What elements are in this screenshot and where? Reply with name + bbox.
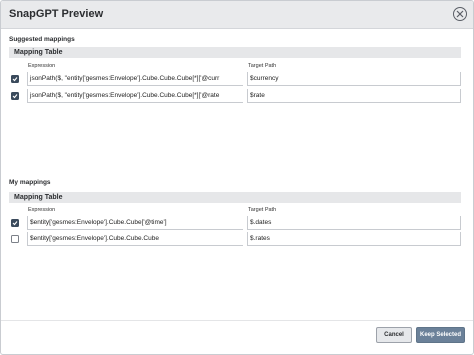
- suggested-row-2-checkbox[interactable]: [11, 92, 19, 100]
- my-col-target-path: Target Path: [248, 207, 277, 213]
- my-mappings-label: My mappings: [9, 179, 51, 186]
- suggested-col-target-path: Target Path: [248, 63, 277, 69]
- suggested-row-2-expression-field[interactable]: jsonPath($, "entity['gesmes:Envelope'].C…: [27, 89, 243, 103]
- my-row-1-checkbox[interactable]: [11, 219, 19, 227]
- my-mapping-table-header: Mapping Table: [9, 192, 461, 203]
- cancel-button[interactable]: Cancel: [376, 327, 412, 343]
- suggested-row-2-target-field[interactable]: $rate: [247, 89, 461, 103]
- my-row-1-expression-field[interactable]: $entity['gesmes:Envelope'].Cube.Cube['@t…: [27, 216, 243, 230]
- suggested-mappings-label: Suggested mappings: [9, 36, 75, 43]
- suggested-col-expression: Expression: [28, 63, 56, 69]
- my-row-1-target-field[interactable]: $.dates: [247, 216, 461, 230]
- keep-selected-button[interactable]: Keep Selected: [416, 327, 465, 343]
- dialog-title: SnapGPT Preview: [9, 8, 104, 20]
- snapgpt-preview-dialog: SnapGPT Preview Suggested mappings Mappi…: [0, 0, 474, 355]
- suggested-mapping-table-header: Mapping Table: [9, 47, 461, 58]
- suggested-row-1-target-field[interactable]: $currency: [247, 72, 461, 86]
- suggested-row-1-checkbox[interactable]: [11, 75, 19, 83]
- my-row-2-checkbox[interactable]: [11, 235, 19, 243]
- suggested-row-1-expression-field[interactable]: jsonPath($, "entity['gesmes:Envelope'].C…: [27, 72, 243, 86]
- my-row-2-expression-field[interactable]: $entity['gesmes:Envelope'].Cube.Cube.Cub…: [27, 232, 243, 246]
- my-row-2-target-field[interactable]: $.rates: [247, 232, 461, 246]
- dialog-titlebar: SnapGPT Preview: [1, 1, 473, 29]
- close-icon[interactable]: [453, 7, 467, 21]
- footer-divider: [1, 320, 473, 321]
- my-col-expression: Expression: [28, 207, 56, 213]
